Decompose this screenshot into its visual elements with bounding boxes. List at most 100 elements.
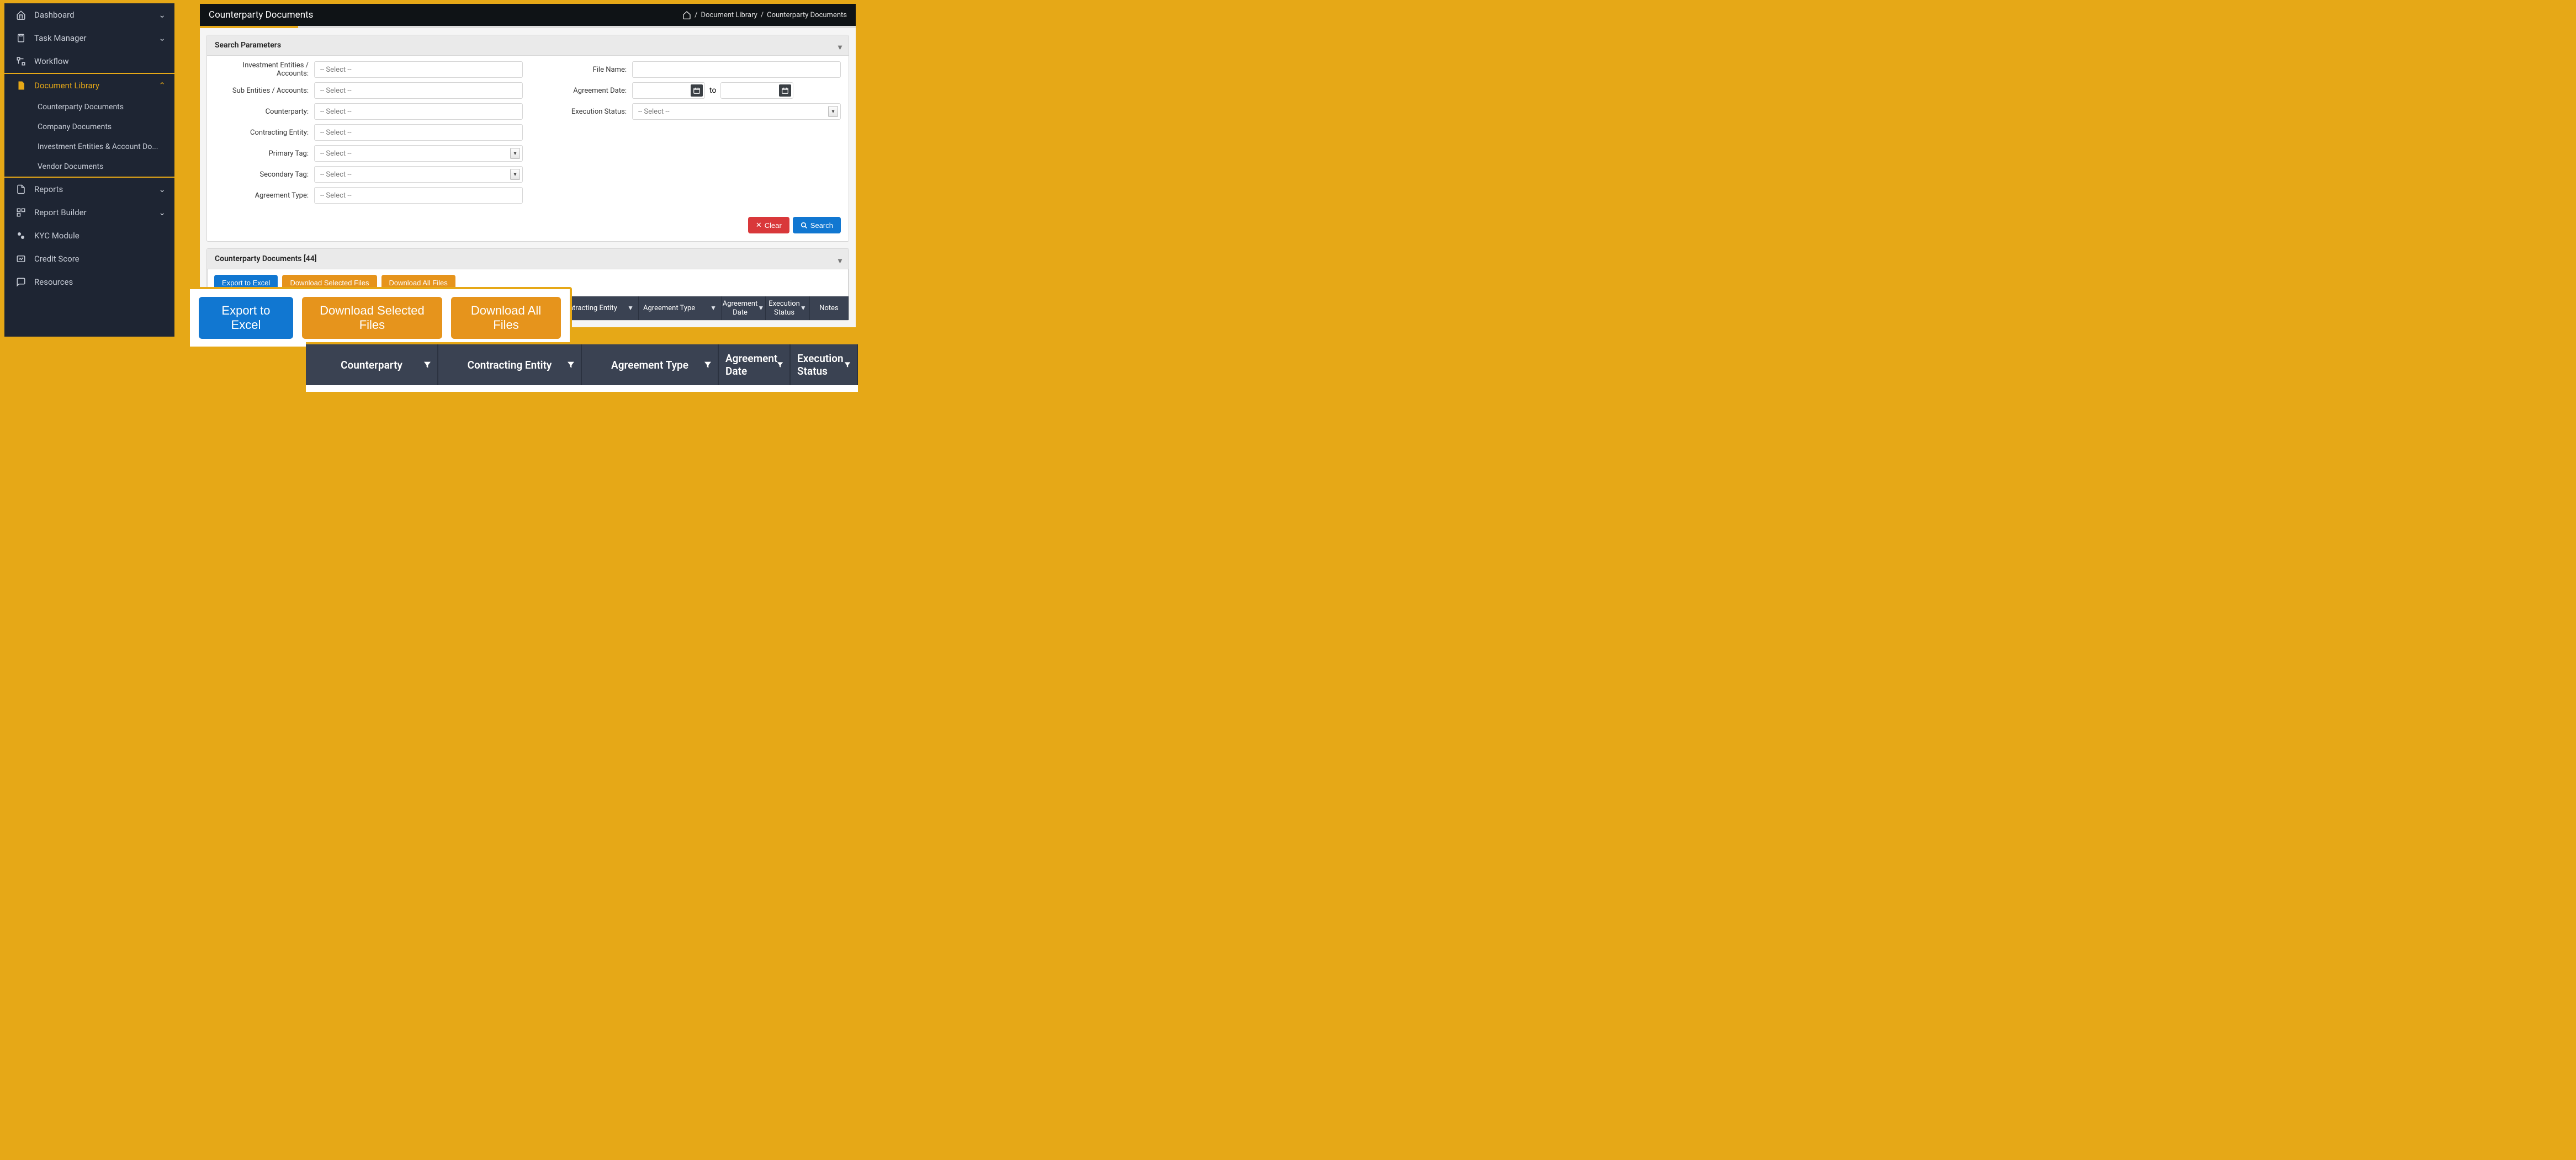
filter-icon[interactable] xyxy=(703,360,712,369)
column-header[interactable]: Agreement Date xyxy=(725,352,783,377)
label-investment-entities: Investment Entities / Accounts: xyxy=(215,61,314,78)
sidebar-item-reports[interactable]: Reports ⌄ xyxy=(4,178,174,201)
home-icon xyxy=(14,10,28,20)
date-to-label: to xyxy=(709,86,716,95)
agreement-date-to[interactable] xyxy=(720,82,793,99)
column-header[interactable]: Agreement Type xyxy=(643,304,695,313)
chevron-down-icon: ⌄ xyxy=(158,33,166,43)
filter-icon[interactable]: ▼ xyxy=(710,304,717,312)
sidebar-item-label: Company Documents xyxy=(38,123,112,131)
counterparty-select[interactable]: -- Select -- xyxy=(314,103,523,120)
sidebar-item-kyc-module[interactable]: KYC Module xyxy=(4,224,174,247)
column-header[interactable]: Agreement Date xyxy=(723,300,758,317)
export-to-excel-button-large[interactable]: Export to Excel xyxy=(199,297,293,339)
builder-icon xyxy=(14,207,28,217)
sidebar-item-workflow[interactable]: Workflow xyxy=(4,50,174,73)
label-execution-status: Execution Status: xyxy=(533,108,632,116)
breadcrumb-item[interactable]: Counterparty Documents xyxy=(767,11,847,19)
filter-icon[interactable] xyxy=(566,360,575,369)
label-agreement-date: Agreement Date: xyxy=(533,87,632,95)
filter-icon[interactable] xyxy=(844,361,851,369)
chevron-down-icon: ⌄ xyxy=(158,207,166,217)
secondary-tag-select[interactable]: -- Select --▾ xyxy=(314,166,523,183)
download-selected-button-large[interactable]: Download Selected Files xyxy=(302,297,442,339)
label-sub-entities: Sub Entities / Accounts: xyxy=(215,87,314,95)
label-contracting-entity: Contracting Entity: xyxy=(215,129,314,137)
search-panel-header[interactable]: Search Parameters ▾ xyxy=(207,35,849,56)
filter-icon[interactable]: ▼ xyxy=(757,304,764,312)
filter-icon[interactable]: ▼ xyxy=(800,304,807,312)
column-header[interactable]: Contracting Entity xyxy=(468,359,552,371)
column-header[interactable]: Execution Status xyxy=(797,352,850,377)
file-name-input[interactable] xyxy=(632,61,841,78)
page-title: Counterparty Documents xyxy=(209,9,313,20)
clear-button[interactable]: ✕Clear xyxy=(748,217,789,233)
sub-entities-select[interactable]: -- Select -- xyxy=(314,82,523,99)
sidebar-item-label: Credit Score xyxy=(34,254,79,264)
sidebar: Dashboard ⌄ Task Manager ⌄ Workflow Docu… xyxy=(3,2,176,338)
sidebar-item-label: Task Manager xyxy=(34,33,87,43)
filter-icon[interactable] xyxy=(423,360,432,369)
sidebar-item-label: Document Library xyxy=(34,81,99,91)
download-all-button-large[interactable]: Download All Files xyxy=(451,297,561,339)
sidebar-item-label: Counterparty Documents xyxy=(38,103,124,111)
sidebar-item-resources[interactable]: Resources xyxy=(4,270,174,294)
home-icon[interactable] xyxy=(682,10,691,19)
sidebar-item-dashboard[interactable]: Dashboard ⌄ xyxy=(4,3,174,26)
sidebar-subitem-counterparty-documents[interactable]: Counterparty Documents xyxy=(4,97,174,117)
search-panel: Search Parameters ▾ Investment Entities … xyxy=(206,35,849,242)
search-button[interactable]: Search xyxy=(793,217,841,233)
sidebar-item-label: Reports xyxy=(34,184,63,194)
document-icon xyxy=(14,81,28,91)
column-header[interactable]: Execution Status xyxy=(768,300,800,317)
sidebar-item-label: Workflow xyxy=(34,56,69,66)
dropdown-icon: ▾ xyxy=(828,106,838,117)
sidebar-item-label: Investment Entities & Account Do... xyxy=(38,142,158,151)
execution-status-select[interactable]: -- Select --▾ xyxy=(632,103,841,120)
sidebar-item-document-library[interactable]: Document Library ⌃ xyxy=(4,74,174,97)
sidebar-subitem-investment-entities[interactable]: Investment Entities & Account Do... xyxy=(4,137,174,157)
sidebar-item-report-builder[interactable]: Report Builder ⌄ xyxy=(4,201,174,224)
flow-icon xyxy=(14,56,28,66)
label-primary-tag: Primary Tag: xyxy=(215,150,314,158)
breadcrumb-item[interactable]: Document Library xyxy=(701,11,757,19)
kyc-icon xyxy=(14,231,28,241)
column-header[interactable]: Counterparty xyxy=(341,359,402,371)
clipboard-icon xyxy=(14,33,28,43)
label-secondary-tag: Secondary Tag: xyxy=(215,171,314,179)
sidebar-item-task-manager[interactable]: Task Manager ⌄ xyxy=(4,26,174,50)
score-icon xyxy=(14,254,28,264)
dropdown-icon: ▾ xyxy=(510,169,520,180)
results-panel-header[interactable]: Counterparty Documents [44] ▾ xyxy=(207,249,849,269)
label-agreement-type: Agreement Type: xyxy=(215,191,314,200)
sidebar-group-document-library: Document Library ⌃ Counterparty Document… xyxy=(4,73,174,178)
sidebar-item-credit-score[interactable]: Credit Score xyxy=(4,247,174,270)
sidebar-subitem-vendor-documents[interactable]: Vendor Documents xyxy=(4,157,174,177)
close-icon: ✕ xyxy=(756,221,762,230)
collapse-icon: ▾ xyxy=(838,257,842,265)
breadcrumb: / Document Library / Counterparty Docume… xyxy=(682,10,847,19)
column-header[interactable]: Notes xyxy=(819,304,839,313)
column-header[interactable]: Agreement Type xyxy=(611,359,688,371)
callout-table-header: Counterparty Contracting Entity Agreemen… xyxy=(306,342,858,392)
chevron-down-icon: ⌄ xyxy=(158,10,166,20)
primary-tag-select[interactable]: -- Select --▾ xyxy=(314,145,523,162)
filter-icon[interactable] xyxy=(776,361,784,369)
sidebar-item-label: Resources xyxy=(34,277,73,287)
sidebar-subitem-company-documents[interactable]: Company Documents xyxy=(4,117,174,137)
file-icon xyxy=(14,184,28,194)
investment-entities-select[interactable]: -- Select -- xyxy=(314,61,523,78)
label-file-name: File Name: xyxy=(533,66,632,74)
collapse-icon: ▾ xyxy=(838,43,842,52)
filter-icon[interactable]: ▼ xyxy=(627,304,634,312)
sidebar-item-label: KYC Module xyxy=(34,231,79,241)
search-icon xyxy=(801,222,808,229)
sidebar-item-label: Dashboard xyxy=(34,10,75,20)
calendar-icon xyxy=(779,84,791,97)
agreement-date-from[interactable] xyxy=(632,82,705,99)
calendar-icon xyxy=(691,84,703,97)
agreement-type-select[interactable]: -- Select -- xyxy=(314,187,523,204)
contracting-entity-select[interactable]: -- Select -- xyxy=(314,124,523,141)
chevron-up-icon: ⌃ xyxy=(158,81,166,91)
callout-buttons: Export to Excel Download Selected Files … xyxy=(188,287,572,349)
